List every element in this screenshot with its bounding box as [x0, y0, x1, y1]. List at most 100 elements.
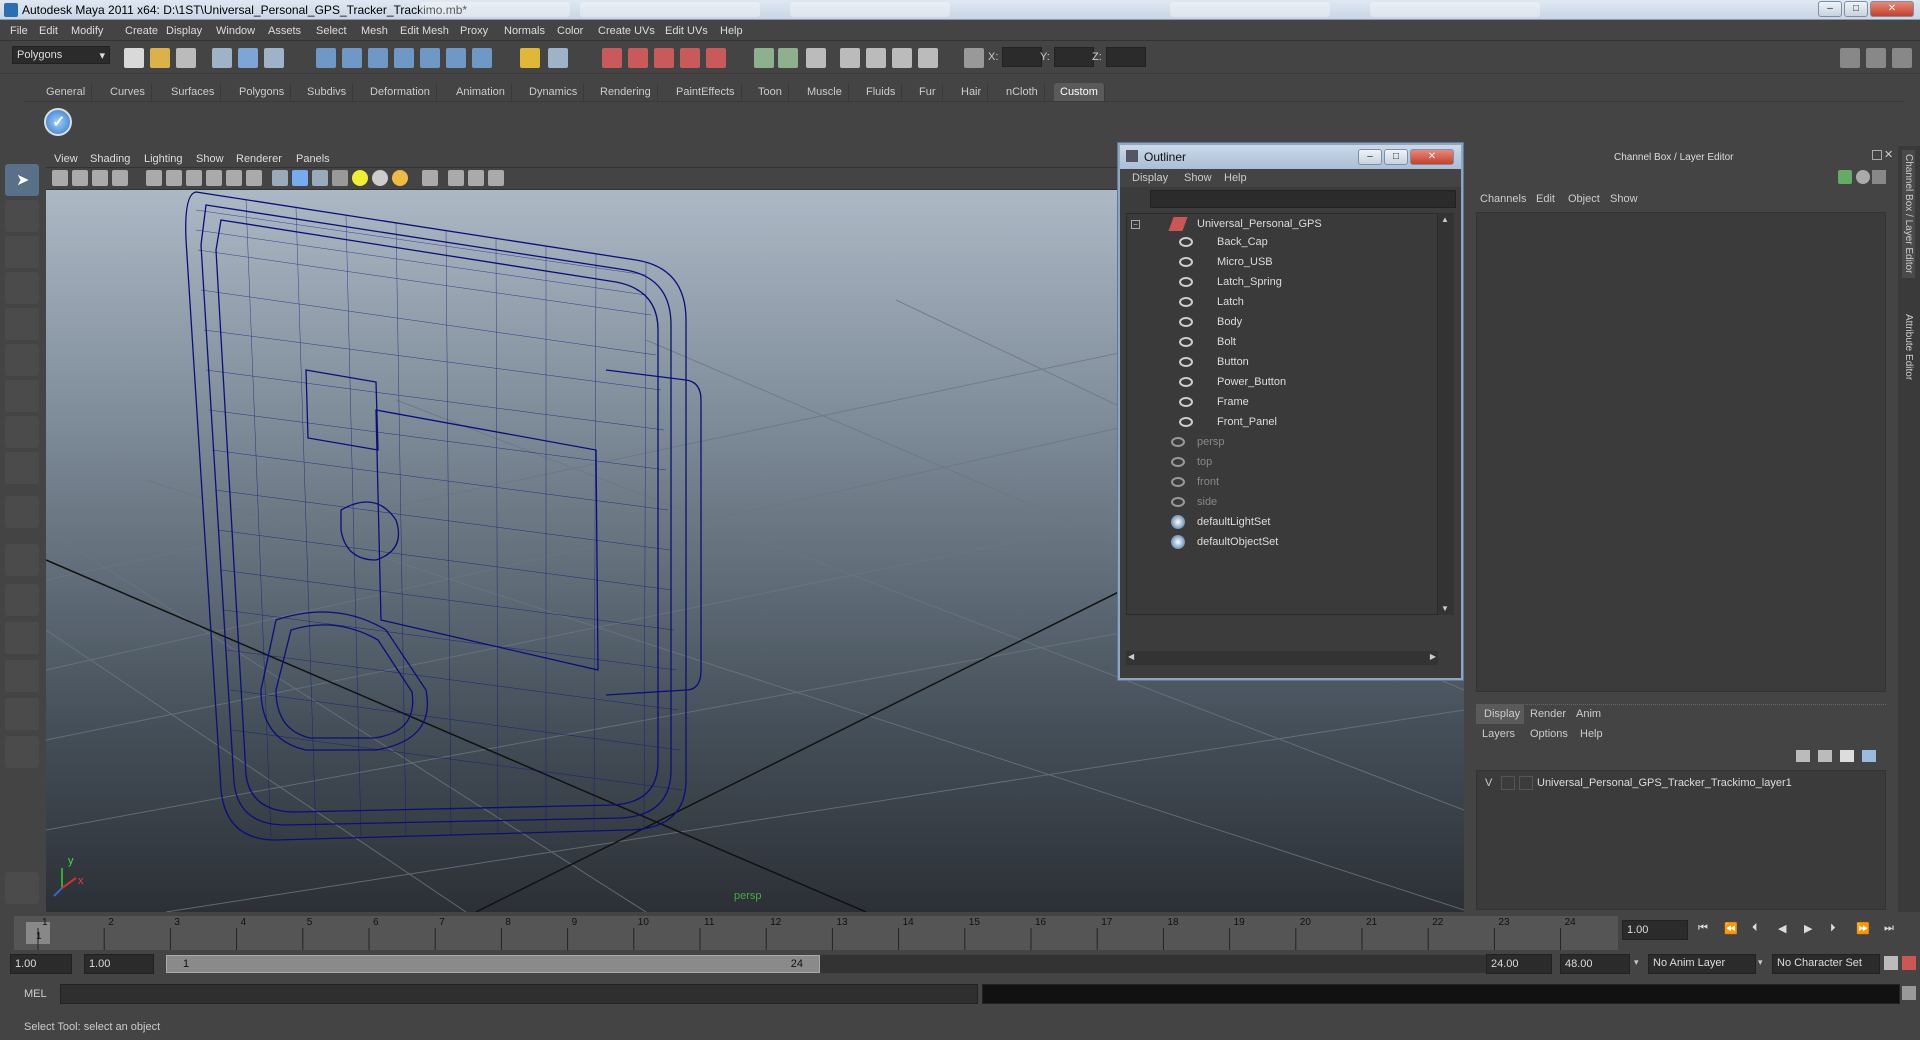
chevron-down-icon[interactable]: ▾	[1634, 957, 1639, 968]
outliner-camera-item[interactable]: top	[1197, 452, 1212, 472]
playback-end-field[interactable]: 24.00	[1486, 954, 1552, 974]
snapshot-icon[interactable]	[866, 48, 886, 68]
snap-live-icon[interactable]	[446, 48, 466, 68]
menu-display[interactable]: Display	[166, 25, 202, 37]
menu-edit[interactable]: Edit	[39, 25, 58, 37]
time-slider[interactable]: 1 1 2 3 4 5 6 7 8 9 10 11 12 13 14 15 16 17 18 19 20 21 22 23 2…	[14, 916, 1618, 950]
isolate-select-icon[interactable]	[422, 170, 438, 186]
show-channel-box-icon[interactable]	[1892, 48, 1912, 68]
menu-edit-mesh[interactable]: Edit Mesh	[400, 25, 449, 37]
shelf-tab-painteffects[interactable]: PaintEffects	[670, 83, 742, 101]
grid-toggle-icon[interactable]	[146, 170, 162, 186]
outliner-menu-help[interactable]: Help	[1224, 172, 1247, 184]
layer-tab-render[interactable]: Render	[1530, 708, 1566, 720]
outliner-item[interactable]: Front_Panel	[1217, 412, 1277, 432]
go-to-start-icon[interactable]: ⏮	[1698, 922, 1708, 935]
side-tab-channel-box[interactable]: Channel Box / Layer Editor	[1902, 150, 1915, 278]
viewport-menu-view[interactable]: View	[54, 153, 78, 165]
shelf-tab-custom[interactable]: Custom	[1054, 83, 1105, 101]
render-view-icon[interactable]	[706, 48, 726, 68]
outliner-item-root[interactable]: Universal_Personal_GPS	[1197, 214, 1322, 234]
range-handle[interactable]: 1 24	[166, 955, 820, 973]
camera-attributes-icon[interactable]	[72, 170, 88, 186]
command-input[interactable]	[60, 984, 978, 1004]
channel-toggle-icon[interactable]	[1838, 170, 1852, 184]
layout-graph-icon[interactable]	[5, 660, 39, 692]
viewport-menu-show[interactable]: Show	[196, 153, 224, 165]
snap-plane-icon[interactable]	[394, 48, 414, 68]
display-toggle-icon[interactable]	[892, 48, 912, 68]
snap-view-icon[interactable]	[472, 48, 492, 68]
xray-joints-icon[interactable]	[468, 170, 484, 186]
outliner-window[interactable]: Outliner – □ ✕ Display Show Help − Unive…	[1118, 143, 1463, 680]
auto-key-icon[interactable]	[1884, 956, 1898, 970]
range-track[interactable]: 1 24	[166, 955, 1486, 973]
show-manipulator-icon[interactable]	[5, 452, 39, 484]
shelf-tab-surfaces[interactable]: Surfaces	[165, 83, 222, 101]
menu-normals[interactable]: Normals	[504, 25, 545, 37]
checkmark-icon[interactable]: ✓	[44, 108, 72, 136]
select-hierarchy-icon[interactable]	[212, 48, 232, 68]
outliner-camera-item[interactable]: persp	[1197, 432, 1225, 452]
rotate-tool-icon[interactable]	[5, 308, 39, 340]
absolute-transform-icon[interactable]	[964, 48, 984, 68]
layout-outliner-icon[interactable]	[5, 622, 39, 654]
viewport-menu-panels[interactable]: Panels	[296, 153, 330, 165]
layout-four-icon[interactable]	[5, 584, 39, 616]
character-set-dropdown[interactable]: No Character Set	[1772, 954, 1880, 974]
film-gate-icon[interactable]	[166, 170, 182, 186]
outliner-item[interactable]: Bolt	[1217, 332, 1236, 352]
quick-layout-icon[interactable]	[5, 872, 39, 904]
outliner-filter-field[interactable]	[1150, 190, 1456, 208]
shelf-tab-curves[interactable]: Curves	[104, 83, 152, 101]
layer-name[interactable]: Universal_Personal_GPS_Tracker_Trackimo_…	[1537, 777, 1792, 789]
outliner-set-item[interactable]: defaultObjectSet	[1197, 532, 1278, 552]
menu-create-uvs[interactable]: Create UVs	[598, 25, 655, 37]
construction-history-icon[interactable]	[548, 48, 568, 68]
shelf-tab-dynamics[interactable]: Dynamics	[523, 83, 585, 101]
shelf-tab-general[interactable]: General	[40, 83, 93, 101]
panel-toggle-icon[interactable]	[806, 48, 826, 68]
universal-manipulator-icon[interactable]	[5, 380, 39, 412]
y-coordinate-field[interactable]	[1054, 47, 1094, 67]
outliner-vertical-scrollbar[interactable]: ▲ ▼	[1438, 213, 1454, 615]
layer-tab-anim[interactable]: Anim	[1576, 708, 1601, 720]
menu-select[interactable]: Select	[316, 25, 347, 37]
hypershade-icon[interactable]	[680, 48, 700, 68]
shelf-tab-polygons[interactable]: Polygons	[233, 83, 292, 101]
outliner-item[interactable]: Button	[1217, 352, 1249, 372]
menu-mesh[interactable]: Mesh	[361, 25, 388, 37]
snap-curve-icon[interactable]	[342, 48, 362, 68]
wireframe-shading-icon[interactable]	[272, 170, 288, 186]
save-scene-icon[interactable]	[176, 48, 196, 68]
layout-hypershade-icon[interactable]	[5, 698, 39, 730]
shelf-tab-animation[interactable]: Animation	[450, 83, 512, 101]
minimize-button[interactable]: –	[1818, 1, 1842, 17]
wireframe-model[interactable]	[185, 191, 702, 841]
viewport-menu-shading[interactable]: Shading	[90, 153, 130, 165]
layout-custom-icon[interactable]	[5, 736, 39, 768]
input-line-icon[interactable]	[754, 48, 774, 68]
layer-tab-display[interactable]: Display	[1476, 704, 1524, 724]
z-coordinate-field[interactable]	[1106, 47, 1146, 67]
outliner-close-button[interactable]: ✕	[1410, 149, 1454, 165]
menu-proxy[interactable]: Proxy	[460, 25, 488, 37]
layer-template-toggle[interactable]	[1501, 776, 1515, 790]
menu-assets[interactable]: Assets	[268, 25, 301, 37]
attribute-toggle-icon[interactable]	[1856, 170, 1870, 184]
new-layer-icon[interactable]	[1840, 750, 1854, 762]
outliner-item[interactable]: Power_Button	[1217, 372, 1286, 392]
outliner-maximize-button[interactable]: □	[1384, 149, 1408, 165]
playback-start-field[interactable]: 1.00	[84, 954, 154, 974]
end-time-field[interactable]: 48.00	[1560, 954, 1630, 974]
maximize-button[interactable]: □	[1844, 1, 1868, 17]
scale-tool-icon[interactable]	[5, 344, 39, 376]
paint-select-tool-icon[interactable]	[5, 236, 39, 268]
show-tool-settings-icon[interactable]	[1866, 48, 1886, 68]
close-button[interactable]: ✕	[1870, 1, 1914, 17]
default-light-icon[interactable]	[352, 170, 368, 186]
rename-icon[interactable]	[778, 48, 798, 68]
layout-single-icon[interactable]	[5, 544, 39, 576]
layer-color-swatch[interactable]	[1519, 776, 1533, 790]
safe-action-icon[interactable]	[246, 170, 262, 186]
